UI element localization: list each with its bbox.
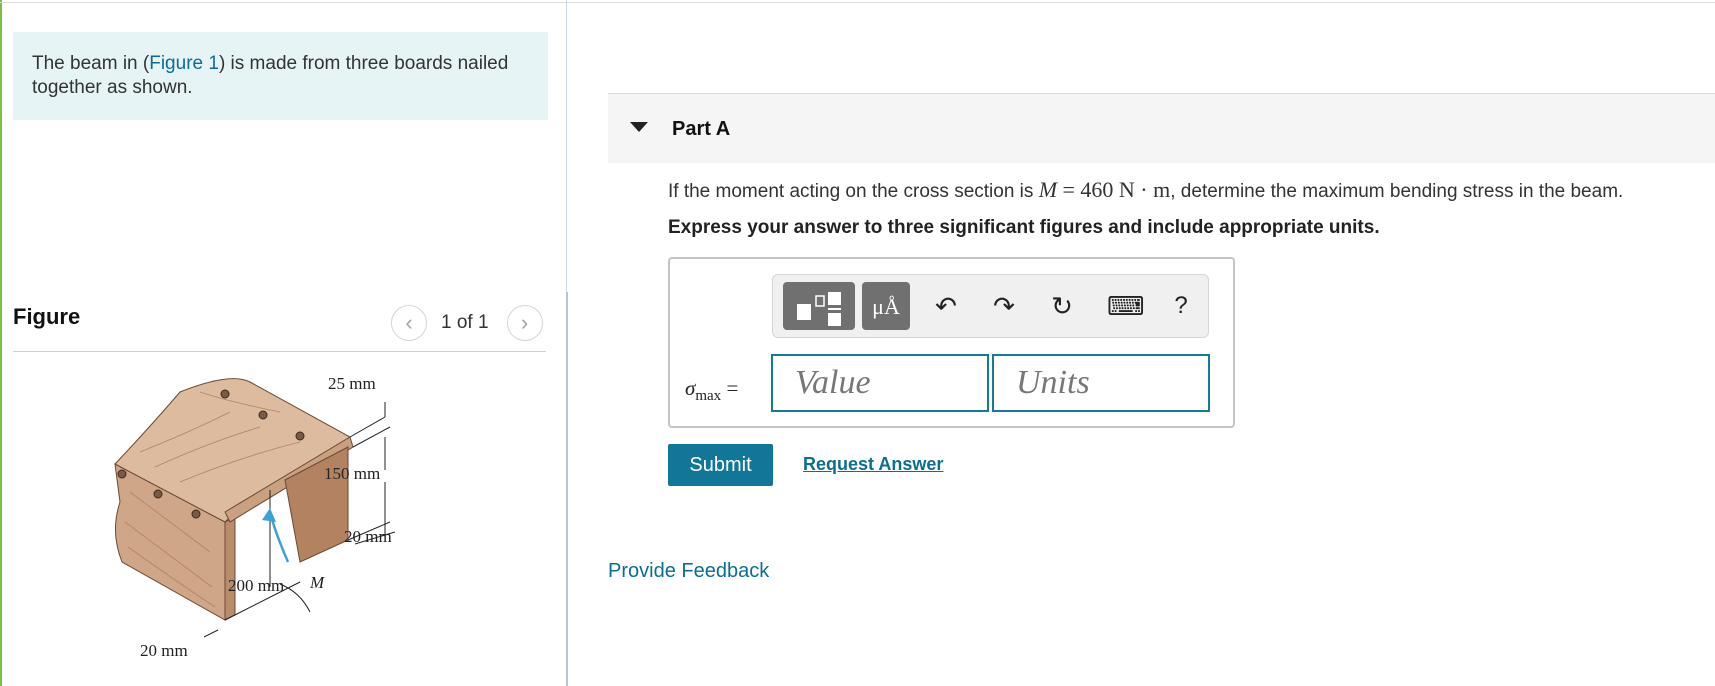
answer-box: μÅ ↶ ↷ ↻ ⌨ ? σmax = bbox=[668, 257, 1235, 428]
question-math-rest: = 460 N · m bbox=[1057, 177, 1171, 202]
dim-web-height: 150 mm bbox=[324, 464, 380, 483]
question-prefix: If the moment acting on the cross sectio… bbox=[668, 181, 1039, 202]
column-divider bbox=[566, 0, 567, 292]
collapse-triangle-icon[interactable] bbox=[630, 122, 648, 132]
moment-arrowhead bbox=[262, 508, 276, 522]
provide-feedback-link[interactable]: Provide Feedback bbox=[608, 560, 769, 583]
reset-icon[interactable]: ↻ bbox=[1045, 291, 1079, 321]
answer-label-var: σ bbox=[685, 376, 696, 400]
part-a-header[interactable]: Part A bbox=[608, 93, 1715, 163]
chevron-right-icon: › bbox=[520, 310, 529, 335]
undo-icon[interactable]: ↶ bbox=[929, 291, 963, 321]
dim-bottom-gap: 20 mm bbox=[344, 527, 392, 546]
units-input[interactable] bbox=[992, 354, 1210, 412]
answer-label-eq: = bbox=[721, 376, 739, 400]
part-title: Part A bbox=[672, 118, 731, 140]
answer-label-sub: max bbox=[695, 388, 722, 405]
top-rule bbox=[0, 2, 1715, 3]
figure-link[interactable]: Figure 1 bbox=[149, 53, 219, 74]
help-button[interactable]: ? bbox=[1164, 291, 1198, 321]
dim-width: 200 mm bbox=[228, 576, 284, 595]
intro-text-prefix: The beam in ( bbox=[32, 53, 150, 74]
left-accent-bar bbox=[0, 0, 2, 686]
figure-pager: ‹ 1 of 1 › bbox=[391, 305, 543, 341]
redo-icon[interactable]: ↷ bbox=[987, 291, 1021, 321]
request-answer-link[interactable]: Request Answer bbox=[803, 454, 943, 475]
figure-page-indicator: 1 of 1 bbox=[441, 312, 489, 333]
math-toolbar: μÅ ↶ ↷ ↻ ⌨ ? bbox=[772, 274, 1209, 338]
figure-heading: Figure bbox=[13, 304, 81, 329]
answer-instruction: Express your answer to three significant… bbox=[668, 217, 1380, 238]
figure-divider bbox=[13, 351, 546, 352]
column-divider-lower bbox=[566, 292, 568, 686]
templates-icon bbox=[797, 292, 841, 326]
keyboard-icon[interactable]: ⌨ bbox=[1107, 291, 1145, 321]
templates-button[interactable] bbox=[783, 282, 855, 330]
units-button[interactable]: μÅ bbox=[862, 282, 910, 330]
next-figure-button[interactable]: › bbox=[506, 305, 543, 341]
moment-leader bbox=[279, 583, 311, 613]
problem-statement: The beam in (Figure 1) is made from thre… bbox=[13, 32, 548, 120]
dim-top-thickness: 25 mm bbox=[328, 374, 376, 393]
left-board-edge bbox=[224, 516, 236, 621]
value-input[interactable] bbox=[771, 354, 989, 412]
question-math: M = 460 N · m bbox=[1039, 177, 1171, 202]
answer-label: σmax = bbox=[685, 376, 738, 405]
question-suffix: , determine the maximum bending stress i… bbox=[1170, 181, 1624, 202]
previous-figure-button[interactable]: ‹ bbox=[391, 305, 427, 341]
chevron-left-icon: ‹ bbox=[405, 310, 413, 335]
dim-side-thickness: 20 mm bbox=[140, 641, 188, 660]
submit-button[interactable]: Submit bbox=[668, 444, 773, 486]
beam-figure: 25 mm 150 mm 20 mm 200 mm M 20 mm bbox=[114, 374, 396, 660]
question-text: If the moment acting on the cross sectio… bbox=[668, 177, 1623, 203]
question-math-var: M bbox=[1038, 177, 1058, 202]
moment-label: M bbox=[309, 573, 325, 592]
